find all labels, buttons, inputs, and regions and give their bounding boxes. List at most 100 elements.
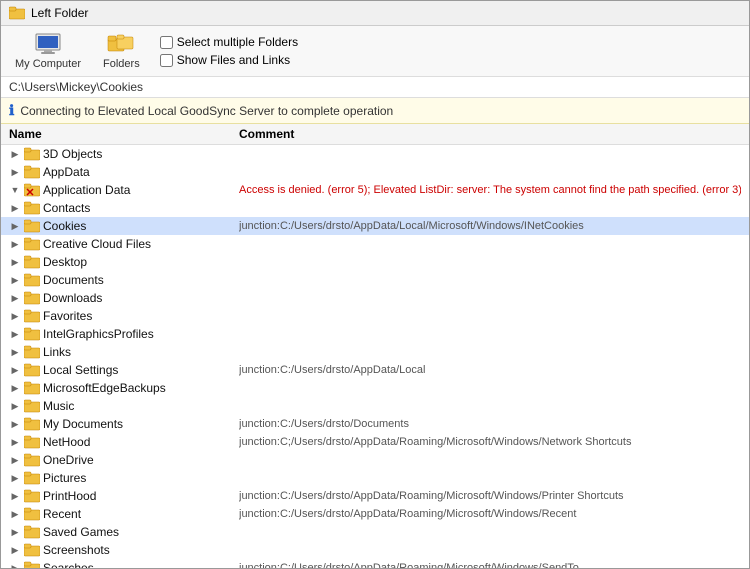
table-row[interactable]: ▶ Screenshots xyxy=(1,541,749,559)
folder-icon xyxy=(24,201,40,215)
expand-button[interactable]: ▶ xyxy=(9,490,21,502)
row-label: Creative Cloud Files xyxy=(43,237,151,251)
row-label: Cookies xyxy=(43,219,86,233)
expand-button[interactable]: ▶ xyxy=(9,238,21,250)
expand-button[interactable]: ▶ xyxy=(9,256,21,268)
expand-button[interactable]: ▶ xyxy=(9,544,21,556)
table-row[interactable]: ▶ Searches junction:C:/Users/drsto/AppDa… xyxy=(1,559,749,568)
folders-label: Folders xyxy=(103,58,140,70)
table-row[interactable]: ▶ 3D Objects xyxy=(1,145,749,163)
expand-button[interactable]: ▶ xyxy=(9,292,21,304)
show-files-checkbox[interactable] xyxy=(160,54,173,67)
expand-button[interactable]: ▶ xyxy=(9,526,21,538)
folder-icon xyxy=(24,435,40,449)
expand-button[interactable]: ▶ xyxy=(9,202,21,214)
row-label: Links xyxy=(43,345,71,359)
table-row[interactable]: ▶ My Documents junction:C:/Users/drsto/D… xyxy=(1,415,749,433)
expand-button[interactable]: ▶ xyxy=(9,166,21,178)
title-bar: Left Folder xyxy=(1,1,749,26)
folders-button[interactable]: Folders xyxy=(97,30,146,72)
folder-icon xyxy=(24,417,40,431)
expand-button[interactable]: ▶ xyxy=(9,508,21,520)
expand-button[interactable]: ▶ xyxy=(9,472,21,484)
expand-button[interactable]: ▶ xyxy=(9,310,21,322)
table-row[interactable]: ▶ MicrosoftEdgeBackups xyxy=(1,379,749,397)
info-icon: ℹ xyxy=(9,102,14,119)
folder-icon xyxy=(24,291,40,305)
table-row[interactable]: ▶ Music xyxy=(1,397,749,415)
row-comment: junction:C:/Users/drsto/AppData/Local xyxy=(239,364,741,376)
expand-button[interactable]: ▶ xyxy=(9,562,21,568)
row-label: My Documents xyxy=(43,417,123,431)
table-row[interactable]: ▶ NetHood junction:C;/Users/drsto/AppDat… xyxy=(1,433,749,451)
folder-icon xyxy=(24,327,40,341)
path-bar: C:\Users\Mickey\Cookies xyxy=(1,77,749,98)
file-list[interactable]: Name Comment ▶ 3D Objects ▶ AppData ▼ xyxy=(1,124,749,568)
file-rows-container: ▶ 3D Objects ▶ AppData ▼ Application Dat… xyxy=(1,145,749,568)
row-comment: junction:C:/Users/drsto/Documents xyxy=(239,418,741,430)
folder-title-icon xyxy=(9,5,25,21)
table-row[interactable]: ▶ Creative Cloud Files xyxy=(1,235,749,253)
my-computer-icon xyxy=(34,32,62,56)
row-label: Downloads xyxy=(43,291,102,305)
expand-button[interactable]: ▶ xyxy=(9,382,21,394)
row-label: Pictures xyxy=(43,471,86,485)
row-label: OneDrive xyxy=(43,453,94,467)
toolbar: My Computer Folders Select multiple Fold… xyxy=(1,26,749,77)
folder-icon xyxy=(24,543,40,557)
expand-button[interactable]: ▶ xyxy=(9,274,21,286)
table-row[interactable]: ▶ Documents xyxy=(1,271,749,289)
table-row[interactable]: ▶ OneDrive xyxy=(1,451,749,469)
row-label: Documents xyxy=(43,273,104,287)
expand-button[interactable]: ▶ xyxy=(9,400,21,412)
table-row[interactable]: ▶ Local Settings junction:C:/Users/drsto… xyxy=(1,361,749,379)
expand-button[interactable]: ▶ xyxy=(9,328,21,340)
row-label: MicrosoftEdgeBackups xyxy=(43,381,166,395)
expand-button[interactable]: ▶ xyxy=(9,220,21,232)
row-comment: junction:C:/Users/drsto/AppData/Roaming/… xyxy=(239,490,741,502)
row-label: Searches xyxy=(43,561,94,568)
folder-icon xyxy=(24,507,40,521)
show-files-label[interactable]: Show Files and Links xyxy=(160,53,298,67)
select-multiple-label[interactable]: Select multiple Folders xyxy=(160,35,298,49)
window: Left Folder My Computer Folders xyxy=(0,0,750,569)
expand-button[interactable]: ▼ xyxy=(9,184,21,196)
info-bar: ℹ Connecting to Elevated Local GoodSync … xyxy=(1,98,749,124)
row-label: AppData xyxy=(43,165,90,179)
row-label: NetHood xyxy=(43,435,90,449)
table-row[interactable]: ▶ AppData xyxy=(1,163,749,181)
table-row[interactable]: ▶ Downloads xyxy=(1,289,749,307)
row-label: Saved Games xyxy=(43,525,119,539)
row-label: Application Data xyxy=(43,183,130,197)
folder-icon xyxy=(24,489,40,503)
table-row[interactable]: ▶ Contacts xyxy=(1,199,749,217)
table-row[interactable]: ▶ Links xyxy=(1,343,749,361)
table-row[interactable]: ▶ Saved Games xyxy=(1,523,749,541)
table-row[interactable]: ▶ Favorites xyxy=(1,307,749,325)
table-row[interactable]: ▼ Application Data Access is denied. (er… xyxy=(1,181,749,199)
expand-button[interactable]: ▶ xyxy=(9,436,21,448)
expand-button[interactable]: ▶ xyxy=(9,148,21,160)
table-row[interactable]: ▶ PrintHood junction:C:/Users/drsto/AppD… xyxy=(1,487,749,505)
folder-icon xyxy=(24,147,40,161)
table-row[interactable]: ▶ IntelGraphicsProfiles xyxy=(1,325,749,343)
folder-icon xyxy=(24,363,40,377)
expand-button[interactable]: ▶ xyxy=(9,454,21,466)
folder-icon xyxy=(24,309,40,323)
expand-button[interactable]: ▶ xyxy=(9,346,21,358)
expand-button[interactable]: ▶ xyxy=(9,364,21,376)
table-row[interactable]: ▶ Recent junction:C:/Users/drsto/AppData… xyxy=(1,505,749,523)
folder-icon xyxy=(24,561,40,568)
folder-icon xyxy=(24,183,40,197)
toolbar-checkboxes: Select multiple Folders Show Files and L… xyxy=(160,35,298,67)
table-row[interactable]: ▶ Pictures xyxy=(1,469,749,487)
column-name: Name xyxy=(9,127,239,141)
my-computer-button[interactable]: My Computer xyxy=(9,30,87,72)
table-row[interactable]: ▶ Desktop xyxy=(1,253,749,271)
row-label: Contacts xyxy=(43,201,90,215)
select-multiple-checkbox[interactable] xyxy=(160,36,173,49)
expand-button[interactable]: ▶ xyxy=(9,418,21,430)
folder-icon xyxy=(24,345,40,359)
folders-icon xyxy=(107,32,135,56)
table-row[interactable]: ▶ Cookies junction:C:/Users/drsto/AppDat… xyxy=(1,217,749,235)
